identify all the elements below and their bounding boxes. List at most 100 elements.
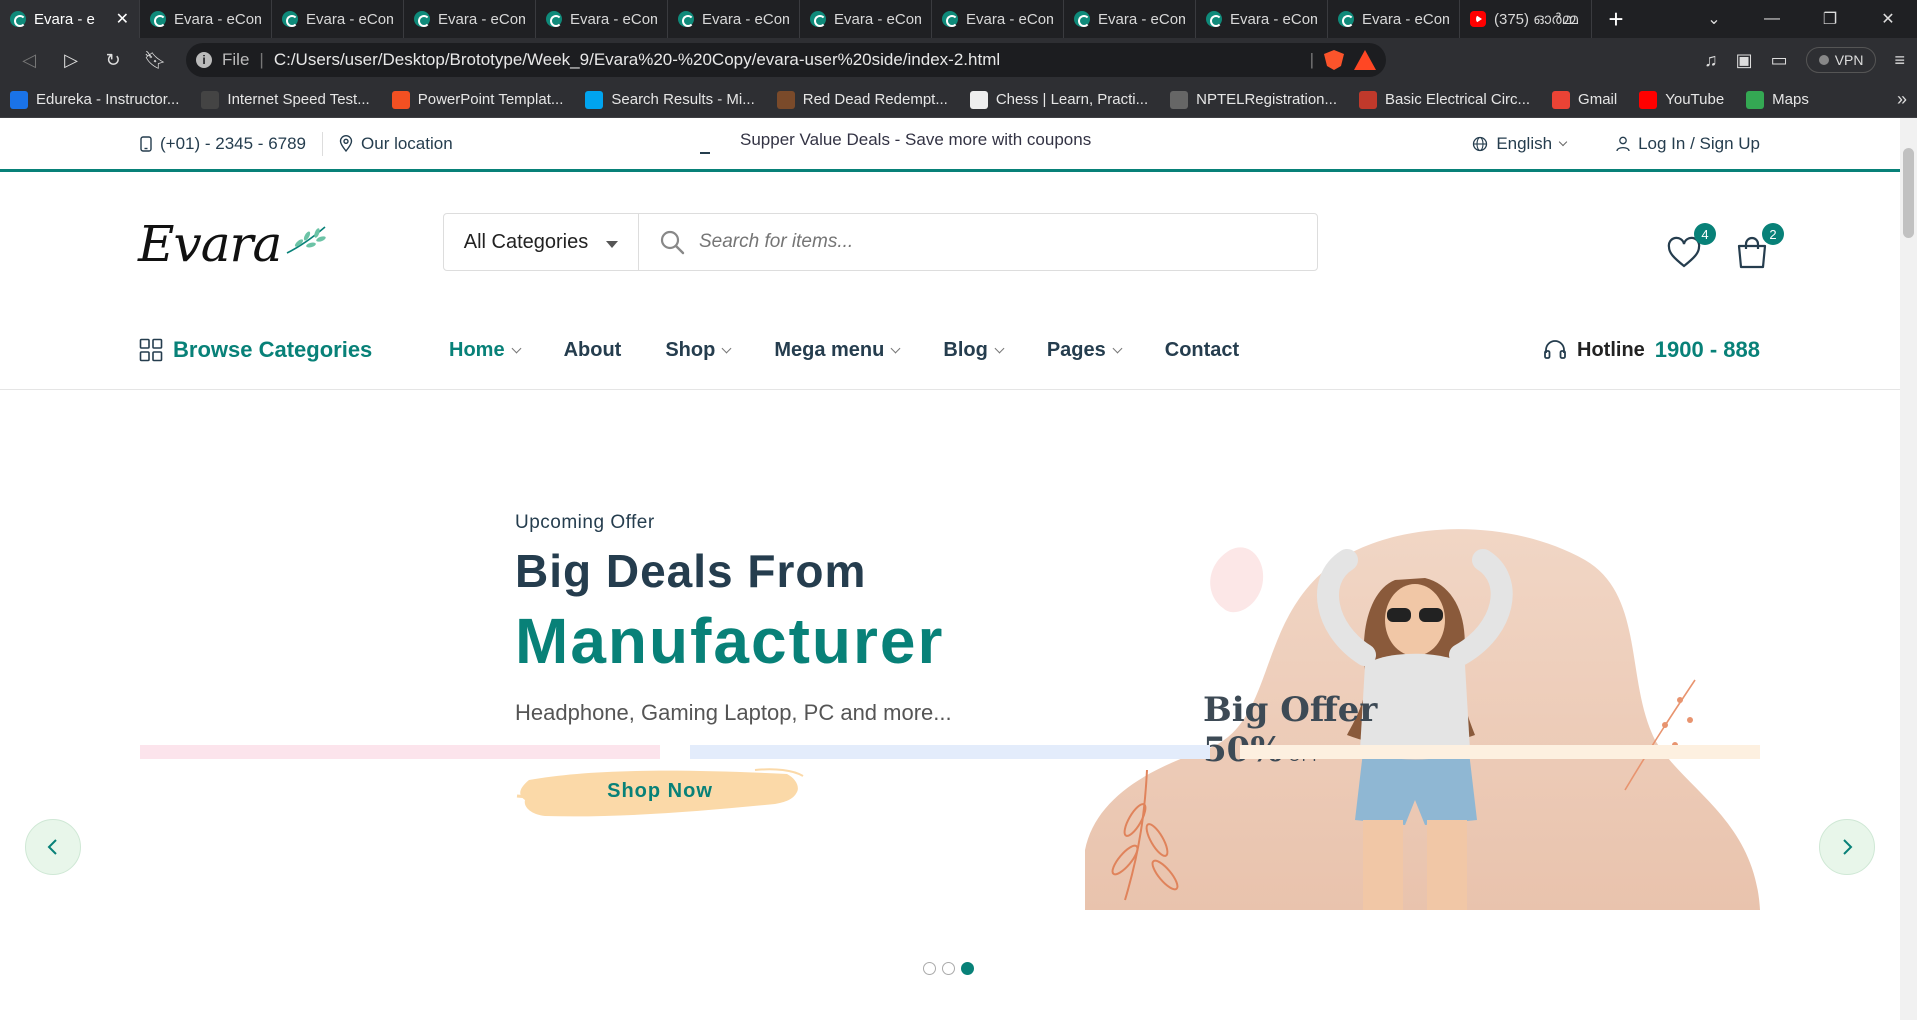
menu-icon[interactable]: ≡ (1894, 50, 1905, 71)
bookmark-item[interactable]: NPTELRegistration... (1170, 90, 1337, 109)
brave-shields-icon[interactable] (1324, 50, 1344, 70)
phone-icon (140, 135, 152, 152)
tab-title: Evara - eCom (306, 10, 393, 28)
hero-subtitle: Headphone, Gaming Laptop, PC and more... (515, 700, 952, 725)
evara-favicon-icon (810, 11, 826, 27)
location-link[interactable]: Our location (339, 134, 453, 154)
bookmark-item[interactable]: Chess | Learn, Practi... (969, 90, 1148, 109)
bookmark-favicon-icon (10, 90, 28, 109)
site-logo[interactable]: Evara (138, 215, 327, 273)
youtube-favicon-icon (1470, 11, 1486, 27)
brave-rewards-icon[interactable] (1354, 50, 1376, 70)
browser-tab[interactable]: Evara - eCom (536, 0, 668, 38)
restore-button[interactable]: ❐ (1801, 0, 1859, 38)
bookmark-item[interactable]: Gmail (1552, 90, 1617, 109)
browser-tab[interactable]: Evara - e ✕ (0, 0, 140, 38)
search-bar: All Categories (443, 213, 1318, 271)
hero-title: Big Deals From (515, 545, 867, 597)
wishlist-button[interactable]: 4 (1666, 223, 1716, 271)
nav-item-shop[interactable]: Shop (665, 339, 732, 362)
banner-card[interactable] (140, 745, 660, 759)
close-window-button[interactable]: ✕ (1859, 0, 1917, 38)
bookmark-item[interactable]: Internet Speed Test... (201, 90, 370, 109)
globe-icon (1473, 136, 1488, 151)
bookmark-item[interactable]: PowerPoint Templat... (391, 90, 563, 109)
browser-tab[interactable]: Evara - eCom (140, 0, 272, 38)
browser-tab[interactable]: Evara - eCom (932, 0, 1064, 38)
media-icon[interactable]: ♫ (1704, 50, 1718, 71)
banner-card[interactable] (1240, 745, 1760, 759)
tab-title: Evara - eCom (966, 10, 1053, 28)
bookmark-item[interactable]: Edureka - Instructor... (10, 90, 179, 109)
browser-tab[interactable]: Evara - eCom (272, 0, 404, 38)
search-input[interactable] (699, 231, 1259, 253)
new-tab-button[interactable]: + (1592, 0, 1640, 38)
bookmark-item[interactable]: Search Results - Mi... (585, 90, 755, 109)
banner-card[interactable] (690, 745, 1210, 759)
nav-menu: Home About Shop Mega menu Blog Pages Contact (449, 339, 1283, 362)
slider-prev-button[interactable] (25, 819, 81, 875)
browser-tab[interactable]: (375) ഓർമ്മ G (1460, 0, 1592, 38)
bookmark-icon[interactable]: 🔖︎ (138, 43, 172, 77)
nav-item-contact[interactable]: Contact (1165, 339, 1239, 362)
hotline[interactable]: Hotline 1900 - 888 (1543, 337, 1760, 363)
evara-favicon-icon (282, 11, 298, 27)
browse-categories-button[interactable]: Browse Categories (139, 337, 372, 363)
close-tab-icon[interactable]: ✕ (116, 9, 129, 29)
evara-favicon-icon (414, 11, 430, 27)
bookmark-item[interactable]: YouTube (1639, 90, 1724, 109)
site-header: Evara All Categories 4 (0, 175, 1900, 315)
bookmark-item[interactable]: Red Dead Redempt... (776, 90, 948, 109)
user-icon (1616, 136, 1630, 151)
bookmark-favicon-icon (391, 90, 410, 109)
url-text[interactable]: C:/Users/user/Desktop/Brototype/Week_9/E… (274, 50, 1300, 70)
grid-icon (139, 338, 163, 362)
browser-tab[interactable]: Evara - eCom (668, 0, 800, 38)
tab-title: (375) ഓർമ്മ G (1494, 10, 1581, 28)
sidebar-icon[interactable]: ▣ (1736, 50, 1753, 71)
url-bar[interactable]: i File | C:/Users/user/Desktop/Brototype… (186, 43, 1386, 77)
bookmarks-overflow-icon[interactable]: » (1897, 89, 1907, 110)
minimize-button[interactable]: — (1743, 0, 1801, 38)
hero-slider: Upcoming Offer Big Deals From Manufactur… (0, 390, 1900, 1020)
back-button[interactable]: ◁ (12, 43, 46, 77)
browser-tab[interactable]: Evara - eCom (1064, 0, 1196, 38)
bookmark-item[interactable]: Maps (1746, 90, 1809, 109)
wallet-icon[interactable]: ▭ (1771, 50, 1788, 71)
slider-dot[interactable] (961, 962, 974, 975)
slider-dot[interactable] (923, 962, 936, 975)
forward-button[interactable]: ▷ (54, 43, 88, 77)
site-info-icon[interactable]: i (196, 52, 212, 68)
browser-tab[interactable]: Evara - eCom (1196, 0, 1328, 38)
nav-item-pages[interactable]: Pages (1047, 339, 1123, 362)
phone-link[interactable]: (+01) - 2345 - 6789 (140, 134, 306, 154)
nav-item-about[interactable]: About (564, 339, 622, 362)
tab-title: Evara - eCom (834, 10, 921, 28)
page-scrollbar[interactable] (1900, 118, 1917, 1020)
headset-icon (1544, 340, 1566, 359)
search-icon[interactable] (659, 229, 685, 255)
login-link[interactable]: Log In / Sign Up (1616, 134, 1760, 154)
cart-button[interactable]: 2 (1734, 223, 1784, 271)
tab-search-icon[interactable]: ⌄ (1685, 0, 1743, 38)
browser-tab[interactable]: Evara - eCom (800, 0, 932, 38)
tab-title: Evara - eCom (1362, 10, 1449, 28)
browser-tab[interactable]: Evara - eCom (1328, 0, 1460, 38)
top-info-bar: (+01) - 2345 - 6789 Our location Supper … (0, 118, 1900, 172)
bookmark-item[interactable]: Basic Electrical Circ... (1359, 90, 1530, 109)
nav-item-mega-menu[interactable]: Mega menu (774, 339, 901, 362)
shop-now-button[interactable]: Shop Now (515, 760, 805, 822)
slider-dot[interactable] (942, 962, 955, 975)
slider-next-button[interactable] (1819, 819, 1875, 875)
reload-button[interactable]: ↻ (96, 43, 130, 77)
nav-item-blog[interactable]: Blog (943, 339, 1005, 362)
category-select[interactable]: All Categories (444, 214, 639, 270)
bookmark-favicon-icon (201, 90, 220, 109)
web-page: (+01) - 2345 - 6789 Our location Supper … (0, 118, 1900, 1020)
nav-item-home[interactable]: Home (449, 339, 522, 362)
vpn-button[interactable]: VPN (1805, 47, 1877, 73)
language-select[interactable]: English (1472, 134, 1568, 154)
browser-tab[interactable]: Evara - eCom (404, 0, 536, 38)
leaf-icon (286, 226, 327, 254)
scrollbar-thumb[interactable] (1903, 148, 1914, 238)
